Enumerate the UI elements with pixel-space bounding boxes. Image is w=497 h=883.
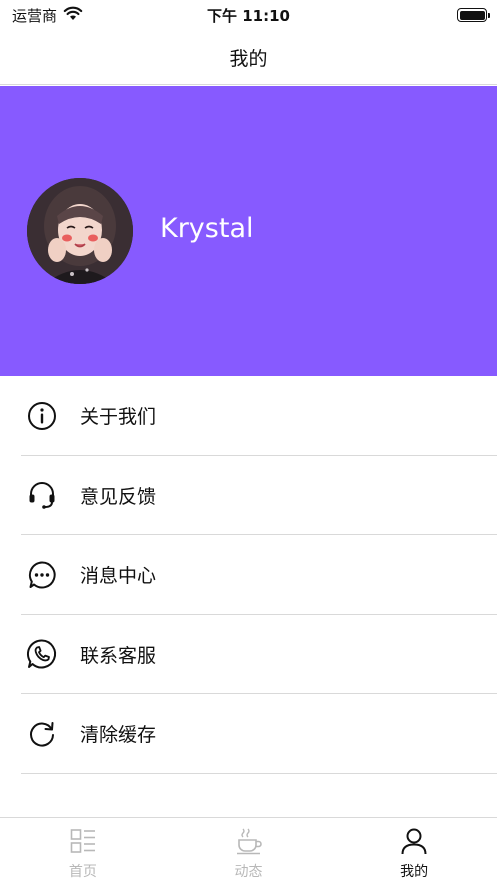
home-grid-icon: [69, 827, 97, 855]
status-left: 运营商: [12, 5, 83, 26]
menu-item-label: 关于我们: [80, 406, 157, 429]
profile-header: Krystal: [0, 86, 497, 376]
menu-item-label: 清除缓存: [80, 724, 157, 747]
wifi-icon: [63, 6, 83, 25]
menu-item-contact-service[interactable]: 联系客服: [0, 615, 497, 695]
username: Krystal: [160, 213, 254, 244]
tab-home[interactable]: 首页: [0, 818, 166, 883]
battery-icon: [457, 8, 490, 22]
person-icon: [400, 827, 428, 855]
menu-item-about-us[interactable]: 关于我们: [0, 376, 497, 456]
battery-level: [459, 10, 485, 20]
tab-label: 我的: [400, 864, 429, 880]
tab-label: 动态: [234, 864, 263, 880]
tab-feed[interactable]: 动态: [166, 818, 332, 883]
menu-item-message-center[interactable]: 消息中心: [0, 535, 497, 615]
menu-item-label: 意见反馈: [80, 485, 157, 508]
menu-item-label: 联系客服: [80, 644, 157, 667]
info-icon: [26, 400, 58, 432]
tab-label: 首页: [68, 864, 97, 880]
message-icon: [26, 559, 58, 591]
coffee-icon: [235, 827, 263, 855]
menu-item-feedback[interactable]: 意见反馈: [0, 456, 497, 536]
menu-item-label: 消息中心: [80, 565, 157, 588]
headset-icon: [26, 479, 58, 511]
refresh-icon: [26, 718, 58, 750]
avatar[interactable]: [27, 178, 133, 284]
status-bar: 运营商 下午 11:10: [0, 0, 497, 30]
tab-mine[interactable]: 我的: [331, 818, 497, 883]
phone-icon: [26, 638, 58, 670]
nav-bar: 我的: [0, 30, 497, 85]
menu-item-clear-cache[interactable]: 清除缓存: [0, 694, 497, 774]
screen: 运营商 下午 11:10 我的 Krystal 关于我们 意见反馈 消息中心 联…: [0, 0, 497, 883]
carrier-label: 运营商: [12, 6, 58, 25]
page-title: 我的: [229, 47, 268, 70]
settings-menu: 关于我们 意见反馈 消息中心 联系客服 清除缓存: [0, 376, 497, 774]
tab-bar: 首页 动态 我的: [0, 817, 497, 883]
